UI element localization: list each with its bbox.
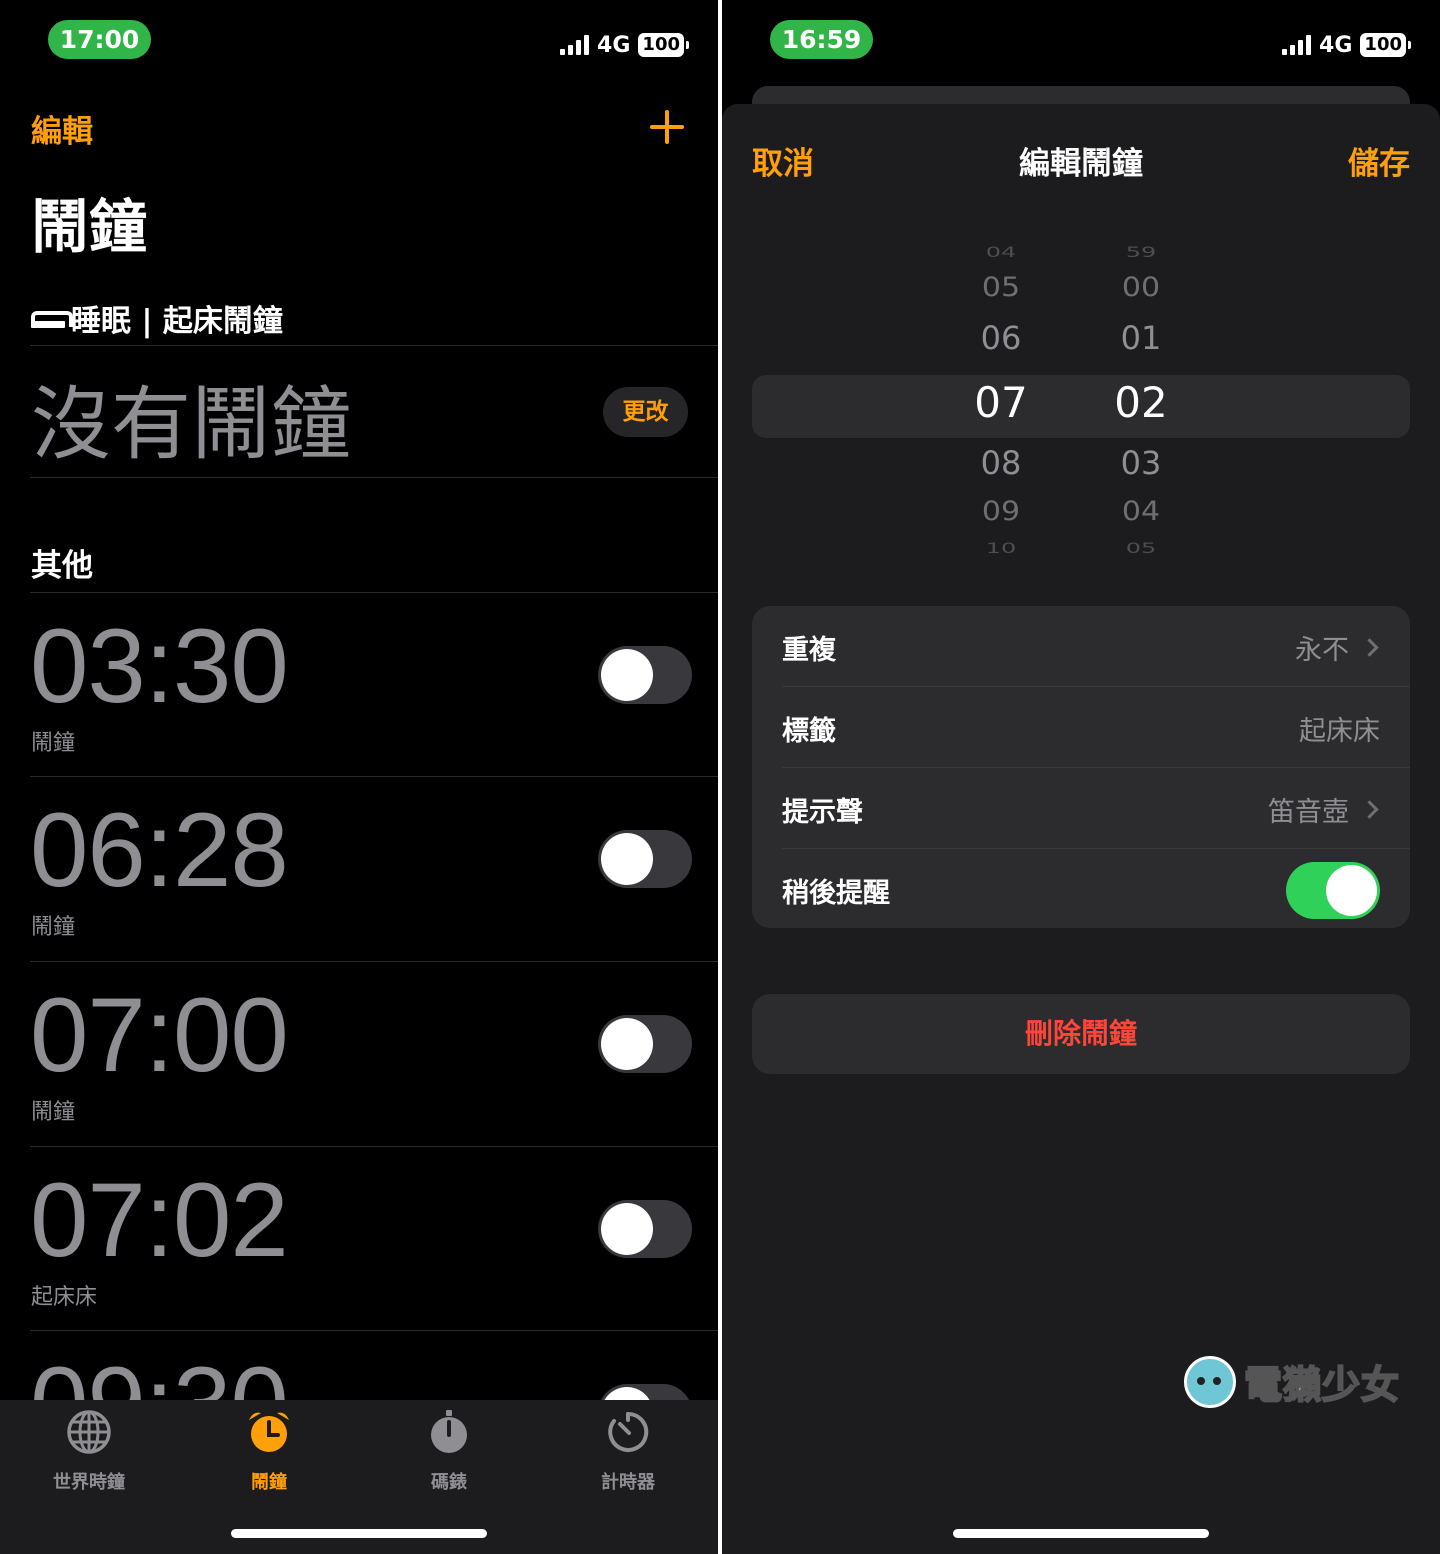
alarm-label: 鬧鐘 xyxy=(31,1100,76,1125)
tab-label: 世界時鐘 xyxy=(53,1472,125,1493)
snooze-label: 稍後提醒 xyxy=(782,878,890,909)
watermark: 電獺少女 xyxy=(1183,1354,1400,1409)
home-indicator[interactable] xyxy=(231,1529,487,1538)
snooze-row: 稍後提醒 xyxy=(752,849,1410,929)
tab-stopwatch[interactable]: 碼錶 xyxy=(389,1408,509,1494)
alarm-time: 03:30 xyxy=(30,608,289,725)
picker-value: 01 xyxy=(1120,319,1162,357)
tab-timer[interactable]: 計時器 xyxy=(568,1408,688,1494)
alarm-label: 起床床 xyxy=(31,1285,98,1310)
alarm-time: 07:02 xyxy=(30,1162,289,1279)
tab-world-clock[interactable]: 世界時鐘 xyxy=(29,1408,149,1494)
picker-value: 04 xyxy=(985,243,1017,261)
picker-value: 03 xyxy=(1120,444,1162,482)
tab-alarm[interactable]: 鬧鐘 xyxy=(209,1408,329,1494)
label-value[interactable]: 起床床 xyxy=(1299,709,1380,748)
picker-value: 05 xyxy=(1125,539,1157,557)
chevron-right-icon xyxy=(1360,638,1379,657)
sound-value: 笛音壺 xyxy=(1268,790,1380,829)
other-section-heading: 其他 xyxy=(31,548,93,584)
picker-value: 06 xyxy=(980,319,1022,357)
toggle-knob xyxy=(601,833,653,885)
tab-label: 鬧鐘 xyxy=(251,1472,287,1493)
divider xyxy=(30,345,718,346)
edit-alarm-sheet: 取消 編輯鬧鐘 儲存 04 05 06 07 08 09 10 59 00 01… xyxy=(722,104,1440,1554)
alarm-toggle[interactable] xyxy=(598,1200,692,1258)
watermark-mascot-icon xyxy=(1183,1355,1236,1408)
alarm-toggle[interactable] xyxy=(598,830,692,888)
alarm-list-screen: 17:00 4G 100 編輯 鬧鐘 睡眠 | 起床鬧鐘 沒有鬧鐘 更改 其他 … xyxy=(0,0,718,1554)
page-title: 鬧鐘 xyxy=(31,193,148,261)
stopwatch-icon xyxy=(431,1410,467,1453)
repeat-row[interactable]: 重複 永不 xyxy=(752,606,1410,686)
home-indicator[interactable] xyxy=(953,1529,1209,1538)
tab-bar: 世界時鐘 鬧鐘 碼錶 計時器 xyxy=(0,1400,718,1554)
globe-icon xyxy=(67,1410,111,1454)
save-button[interactable]: 儲存 xyxy=(1348,138,1410,183)
sleep-heading-label: 睡眠 | 起床鬧鐘 xyxy=(71,304,283,339)
tab-label: 計時器 xyxy=(601,1472,655,1493)
repeat-label: 重複 xyxy=(782,635,836,666)
alarm-time: 07:00 xyxy=(30,977,289,1094)
alarm-row[interactable]: 07:00 鬧鐘 xyxy=(0,962,718,1146)
snooze-toggle[interactable] xyxy=(1286,862,1380,919)
alarm-settings-group: 重複 永不 標籤 起床床 提示聲 笛音壺 稍後提醒 xyxy=(752,606,1410,928)
alarm-row[interactable]: 06:28 鬧鐘 xyxy=(0,777,718,961)
picker-value: 05 xyxy=(981,271,1021,304)
change-sleep-button[interactable]: 更改 xyxy=(603,387,688,437)
picker-value: 00 xyxy=(1121,271,1161,304)
watermark-text: 電獺少女 xyxy=(1243,1362,1400,1408)
no-alarm-text: 沒有鬧鐘 xyxy=(31,378,351,471)
picker-selected-minute: 02 xyxy=(1114,378,1168,427)
cellular-signal-icon xyxy=(560,35,590,55)
toggle-knob xyxy=(1326,865,1377,916)
alarm-label: 鬧鐘 xyxy=(31,915,76,940)
picker-value: 10 xyxy=(985,539,1017,557)
alarm-clock-icon xyxy=(249,1412,289,1452)
timer-icon xyxy=(608,1411,649,1452)
sound-row[interactable]: 提示聲 笛音壺 xyxy=(752,768,1410,848)
picker-value: 04 xyxy=(1121,495,1161,528)
toggle-knob xyxy=(601,1203,653,1255)
network-type: 4G xyxy=(597,32,631,58)
status-indicators: 4G 100 xyxy=(560,30,689,60)
alarm-time: 06:28 xyxy=(30,792,289,909)
network-type: 4G xyxy=(1319,32,1353,58)
bed-icon xyxy=(31,307,73,329)
status-time: 17:00 xyxy=(48,20,151,59)
sound-label: 提示聲 xyxy=(782,797,863,828)
status-time: 16:59 xyxy=(770,20,873,59)
repeat-value-text: 永不 xyxy=(1295,635,1349,666)
picker-selected-hour: 07 xyxy=(974,378,1028,427)
repeat-value: 永不 xyxy=(1295,628,1380,667)
add-alarm-plus-icon[interactable] xyxy=(646,106,688,148)
status-indicators: 4G 100 xyxy=(1282,30,1411,60)
toggle-knob xyxy=(601,649,653,701)
sound-value-text: 笛音壺 xyxy=(1268,797,1349,828)
edit-button[interactable]: 編輯 xyxy=(31,106,93,151)
label-label: 標籤 xyxy=(782,716,836,747)
alarm-label: 鬧鐘 xyxy=(31,731,76,756)
picker-value: 09 xyxy=(981,495,1021,528)
delete-alarm-button[interactable]: 刪除鬧鐘 xyxy=(752,994,1410,1074)
alarm-toggle[interactable] xyxy=(598,1015,692,1073)
divider xyxy=(30,477,718,478)
alarm-row[interactable]: 07:02 起床床 xyxy=(0,1147,718,1331)
alarm-toggle[interactable] xyxy=(598,646,692,704)
tab-label: 碼錶 xyxy=(431,1472,467,1493)
battery-icon: 100 xyxy=(1360,33,1411,57)
label-row[interactable]: 標籤 起床床 xyxy=(752,687,1410,767)
time-picker-selection xyxy=(752,375,1410,438)
battery-icon: 100 xyxy=(638,33,689,57)
chevron-right-icon xyxy=(1360,800,1379,819)
sleep-section-heading: 睡眠 | 起床鬧鐘 xyxy=(31,296,283,340)
picker-value: 08 xyxy=(980,444,1022,482)
picker-value: 59 xyxy=(1125,243,1157,261)
sheet-title: 編輯鬧鐘 xyxy=(1019,146,1143,182)
cellular-signal-icon xyxy=(1282,35,1312,55)
toggle-knob xyxy=(601,1018,653,1070)
edit-alarm-screen: 16:59 4G 100 取消 編輯鬧鐘 儲存 04 05 06 07 08 0… xyxy=(722,0,1440,1554)
alarm-row[interactable]: 03:30 鬧鐘 xyxy=(0,593,718,777)
